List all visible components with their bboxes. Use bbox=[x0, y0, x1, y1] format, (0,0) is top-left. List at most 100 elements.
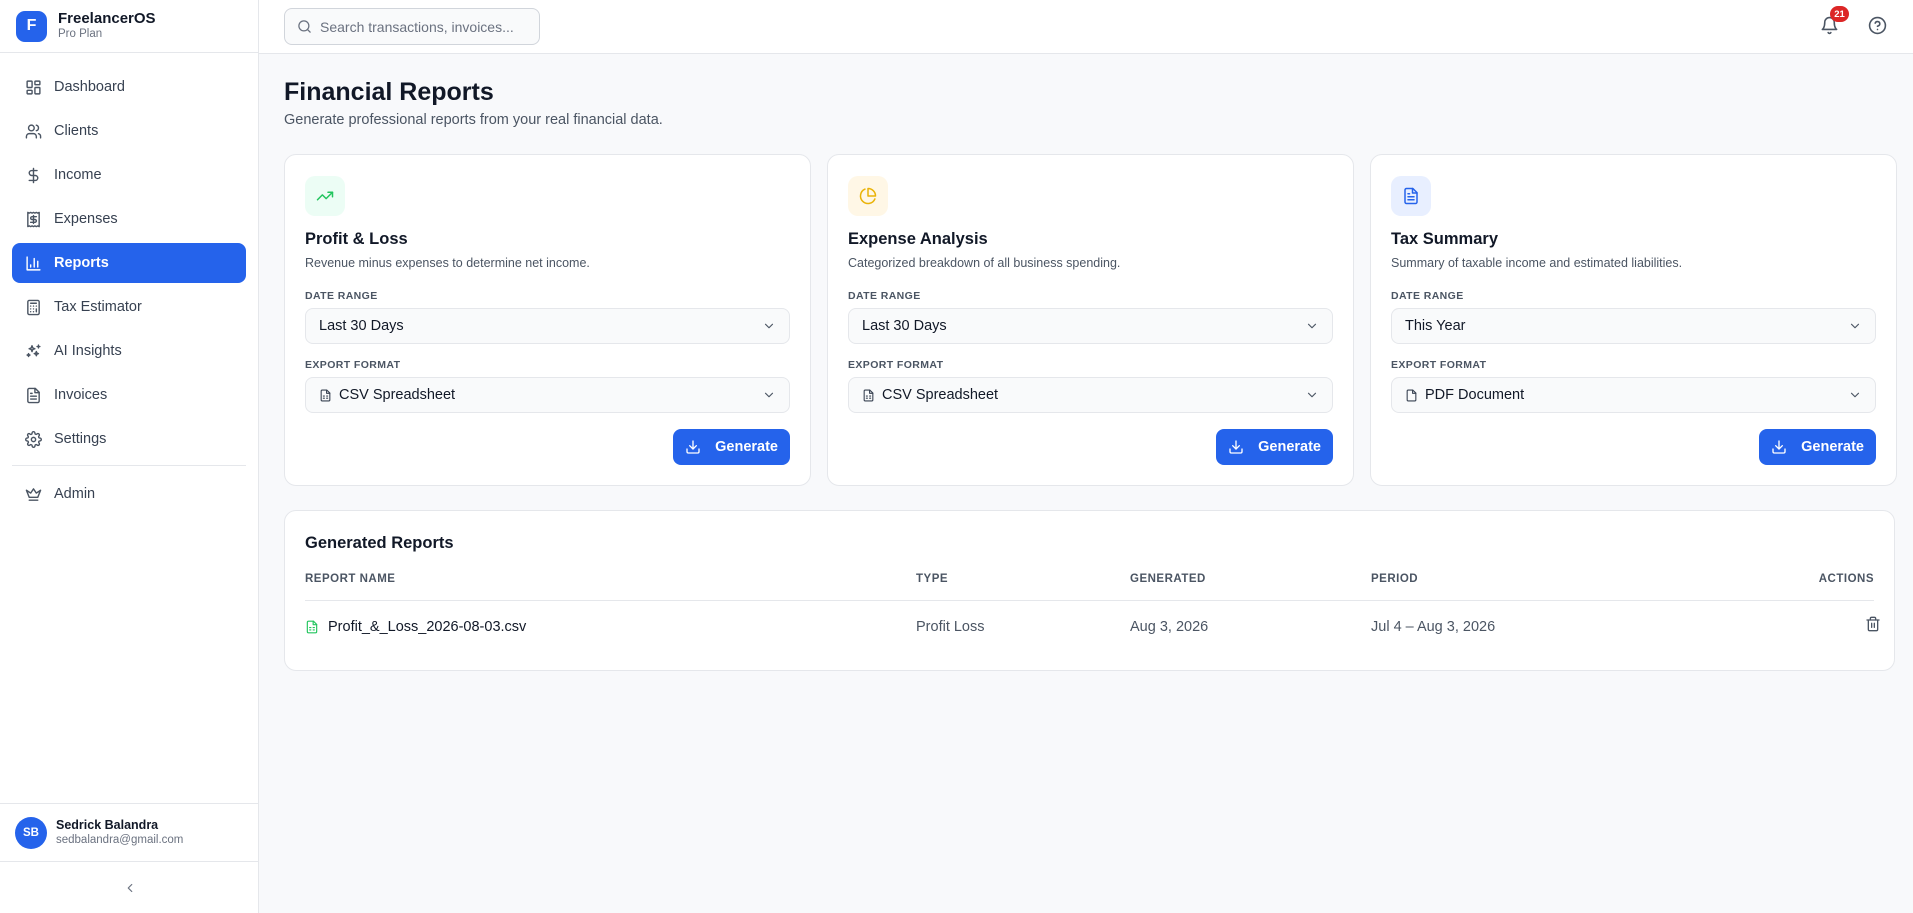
crown-icon bbox=[24, 485, 42, 503]
collapse-sidebar-button[interactable] bbox=[0, 861, 259, 913]
date-range-value: Last 30 Days bbox=[319, 318, 404, 334]
column-header-actions: ACTIONS bbox=[1818, 573, 1874, 585]
users-icon bbox=[24, 122, 42, 140]
card-description: Categorized breakdown of all business sp… bbox=[848, 256, 1121, 270]
sidebar-item-label: Settings bbox=[54, 431, 107, 447]
report-card-tax-summary: Tax Summary Summary of taxable income an… bbox=[1370, 154, 1897, 486]
date-range-select[interactable]: Last 30 Days bbox=[305, 308, 790, 344]
trash-icon bbox=[1865, 616, 1881, 632]
sidebar-item-label: Expenses bbox=[54, 211, 118, 227]
avatar: SB bbox=[15, 816, 47, 849]
report-name-cell[interactable]: Profit_&_Loss_2026-08-03.csv bbox=[305, 619, 526, 635]
sidebar-item-label: Admin bbox=[54, 486, 96, 502]
sidebar-item-income[interactable]: Income bbox=[12, 155, 246, 195]
sidebar-item-label: Clients bbox=[54, 123, 99, 139]
sidebar-item-tax-estimator[interactable]: Tax Estimator bbox=[12, 287, 246, 327]
table-header-divider bbox=[305, 600, 1874, 601]
page-subtitle: Generate professional reports from your … bbox=[284, 112, 663, 128]
brand-logo: F bbox=[16, 10, 47, 42]
column-header-generated: GENERATED bbox=[1130, 573, 1206, 585]
sidebar-item-settings[interactable]: Settings bbox=[12, 419, 246, 459]
sidebar-item-label: Invoices bbox=[54, 387, 108, 403]
sidebar-item-invoices[interactable]: Invoices bbox=[12, 375, 246, 415]
report-card-profit-loss: Profit & Loss Revenue minus expenses to … bbox=[284, 154, 811, 486]
calculator-icon bbox=[24, 298, 42, 316]
download-icon bbox=[1228, 439, 1244, 455]
brand-name: FreelancerOS bbox=[58, 10, 156, 27]
card-description: Revenue minus expenses to determine net … bbox=[305, 256, 590, 270]
report-name: Profit_&_Loss_2026-08-03.csv bbox=[328, 619, 527, 635]
brand[interactable]: F FreelancerOS Pro Plan bbox=[0, 0, 258, 53]
sidebar-item-label: Income bbox=[54, 167, 102, 183]
generate-button-label: Generate bbox=[1258, 439, 1321, 455]
chevron-down-icon bbox=[1848, 319, 1862, 333]
date-range-label: DATE RANGE bbox=[305, 290, 378, 302]
bar-chart-icon bbox=[24, 254, 42, 272]
chevron-down-icon bbox=[1305, 319, 1319, 333]
export-format-label: EXPORT FORMAT bbox=[305, 359, 401, 371]
report-generated-cell: Aug 3, 2026 bbox=[1130, 619, 1209, 635]
sidebar-divider bbox=[12, 465, 246, 466]
chevron-down-icon bbox=[762, 388, 776, 402]
trending-up-icon bbox=[305, 176, 345, 216]
receipt-icon bbox=[24, 210, 42, 228]
export-format-value: CSV Spreadsheet bbox=[882, 387, 999, 403]
sidebar-item-admin[interactable]: Admin bbox=[12, 474, 246, 514]
sidebar-item-ai-insights[interactable]: AI Insights bbox=[12, 331, 246, 371]
date-range-label: DATE RANGE bbox=[1391, 290, 1464, 302]
date-range-value: Last 30 Days bbox=[862, 318, 947, 334]
export-format-select[interactable]: CSV Spreadsheet bbox=[305, 377, 790, 413]
sidebar-item-expenses[interactable]: Expenses bbox=[12, 199, 246, 239]
report-period-cell: Jul 4 – Aug 3, 2026 bbox=[1371, 619, 1496, 635]
export-format-select[interactable]: CSV Spreadsheet bbox=[848, 377, 1333, 413]
date-range-label: DATE RANGE bbox=[848, 290, 921, 302]
export-format-label: EXPORT FORMAT bbox=[848, 359, 944, 371]
generate-button[interactable]: Generate bbox=[1759, 429, 1876, 465]
generate-button[interactable]: Generate bbox=[1216, 429, 1333, 465]
chevron-left-icon bbox=[123, 881, 137, 895]
pie-chart-icon bbox=[848, 176, 888, 216]
dollar-icon bbox=[24, 166, 42, 184]
search-box[interactable] bbox=[284, 8, 540, 45]
generate-button-label: Generate bbox=[1801, 439, 1864, 455]
sidebar-item-dashboard[interactable]: Dashboard bbox=[12, 67, 246, 107]
notification-badge: 21 bbox=[1830, 6, 1849, 22]
report-type-cell: Profit Loss bbox=[916, 619, 985, 635]
download-icon bbox=[1771, 439, 1787, 455]
export-format-select[interactable]: PDF Document bbox=[1391, 377, 1876, 413]
generated-reports-panel: Generated Reports REPORT NAME TYPE GENER… bbox=[284, 510, 1895, 671]
export-format-value: CSV Spreadsheet bbox=[339, 387, 456, 403]
date-range-select[interactable]: Last 30 Days bbox=[848, 308, 1333, 344]
card-title: Tax Summary bbox=[1391, 230, 1498, 248]
sidebar-item-reports[interactable]: Reports bbox=[12, 243, 246, 283]
sidebar: F FreelancerOS Pro Plan Dashboard Client… bbox=[0, 0, 259, 913]
user-profile[interactable]: SB Sedrick Balandra sedbalandra@gmail.co… bbox=[0, 803, 259, 861]
dashboard-icon bbox=[24, 78, 42, 96]
document-icon bbox=[1391, 176, 1431, 216]
help-icon[interactable] bbox=[1868, 16, 1888, 36]
search-input[interactable] bbox=[320, 18, 527, 35]
chevron-down-icon bbox=[1305, 388, 1319, 402]
sidebar-item-label: Reports bbox=[54, 255, 109, 271]
sidebar-item-label: Dashboard bbox=[54, 79, 125, 95]
delete-report-button[interactable] bbox=[1865, 616, 1881, 632]
spreadsheet-file-icon bbox=[862, 389, 875, 402]
chevron-down-icon bbox=[1848, 388, 1862, 402]
search-icon bbox=[297, 19, 312, 34]
export-format-value: PDF Document bbox=[1425, 387, 1525, 403]
sidebar-item-clients[interactable]: Clients bbox=[12, 111, 246, 151]
card-title: Expense Analysis bbox=[848, 230, 988, 248]
report-card-expense-analysis: Expense Analysis Categorized breakdown o… bbox=[827, 154, 1354, 486]
card-description: Summary of taxable income and estimated … bbox=[1391, 256, 1683, 270]
user-email: sedbalandra@gmail.com bbox=[56, 834, 184, 846]
brand-plan: Pro Plan bbox=[58, 28, 103, 40]
sidebar-item-label: AI Insights bbox=[54, 343, 122, 359]
generate-button[interactable]: Generate bbox=[673, 429, 790, 465]
page-title: Financial Reports bbox=[284, 78, 494, 106]
date-range-select[interactable]: This Year bbox=[1391, 308, 1876, 344]
pdf-file-icon bbox=[1405, 389, 1418, 402]
file-spreadsheet-icon bbox=[305, 620, 319, 634]
card-title: Profit & Loss bbox=[305, 230, 408, 248]
spreadsheet-file-icon bbox=[319, 389, 332, 402]
file-text-icon bbox=[24, 386, 42, 404]
